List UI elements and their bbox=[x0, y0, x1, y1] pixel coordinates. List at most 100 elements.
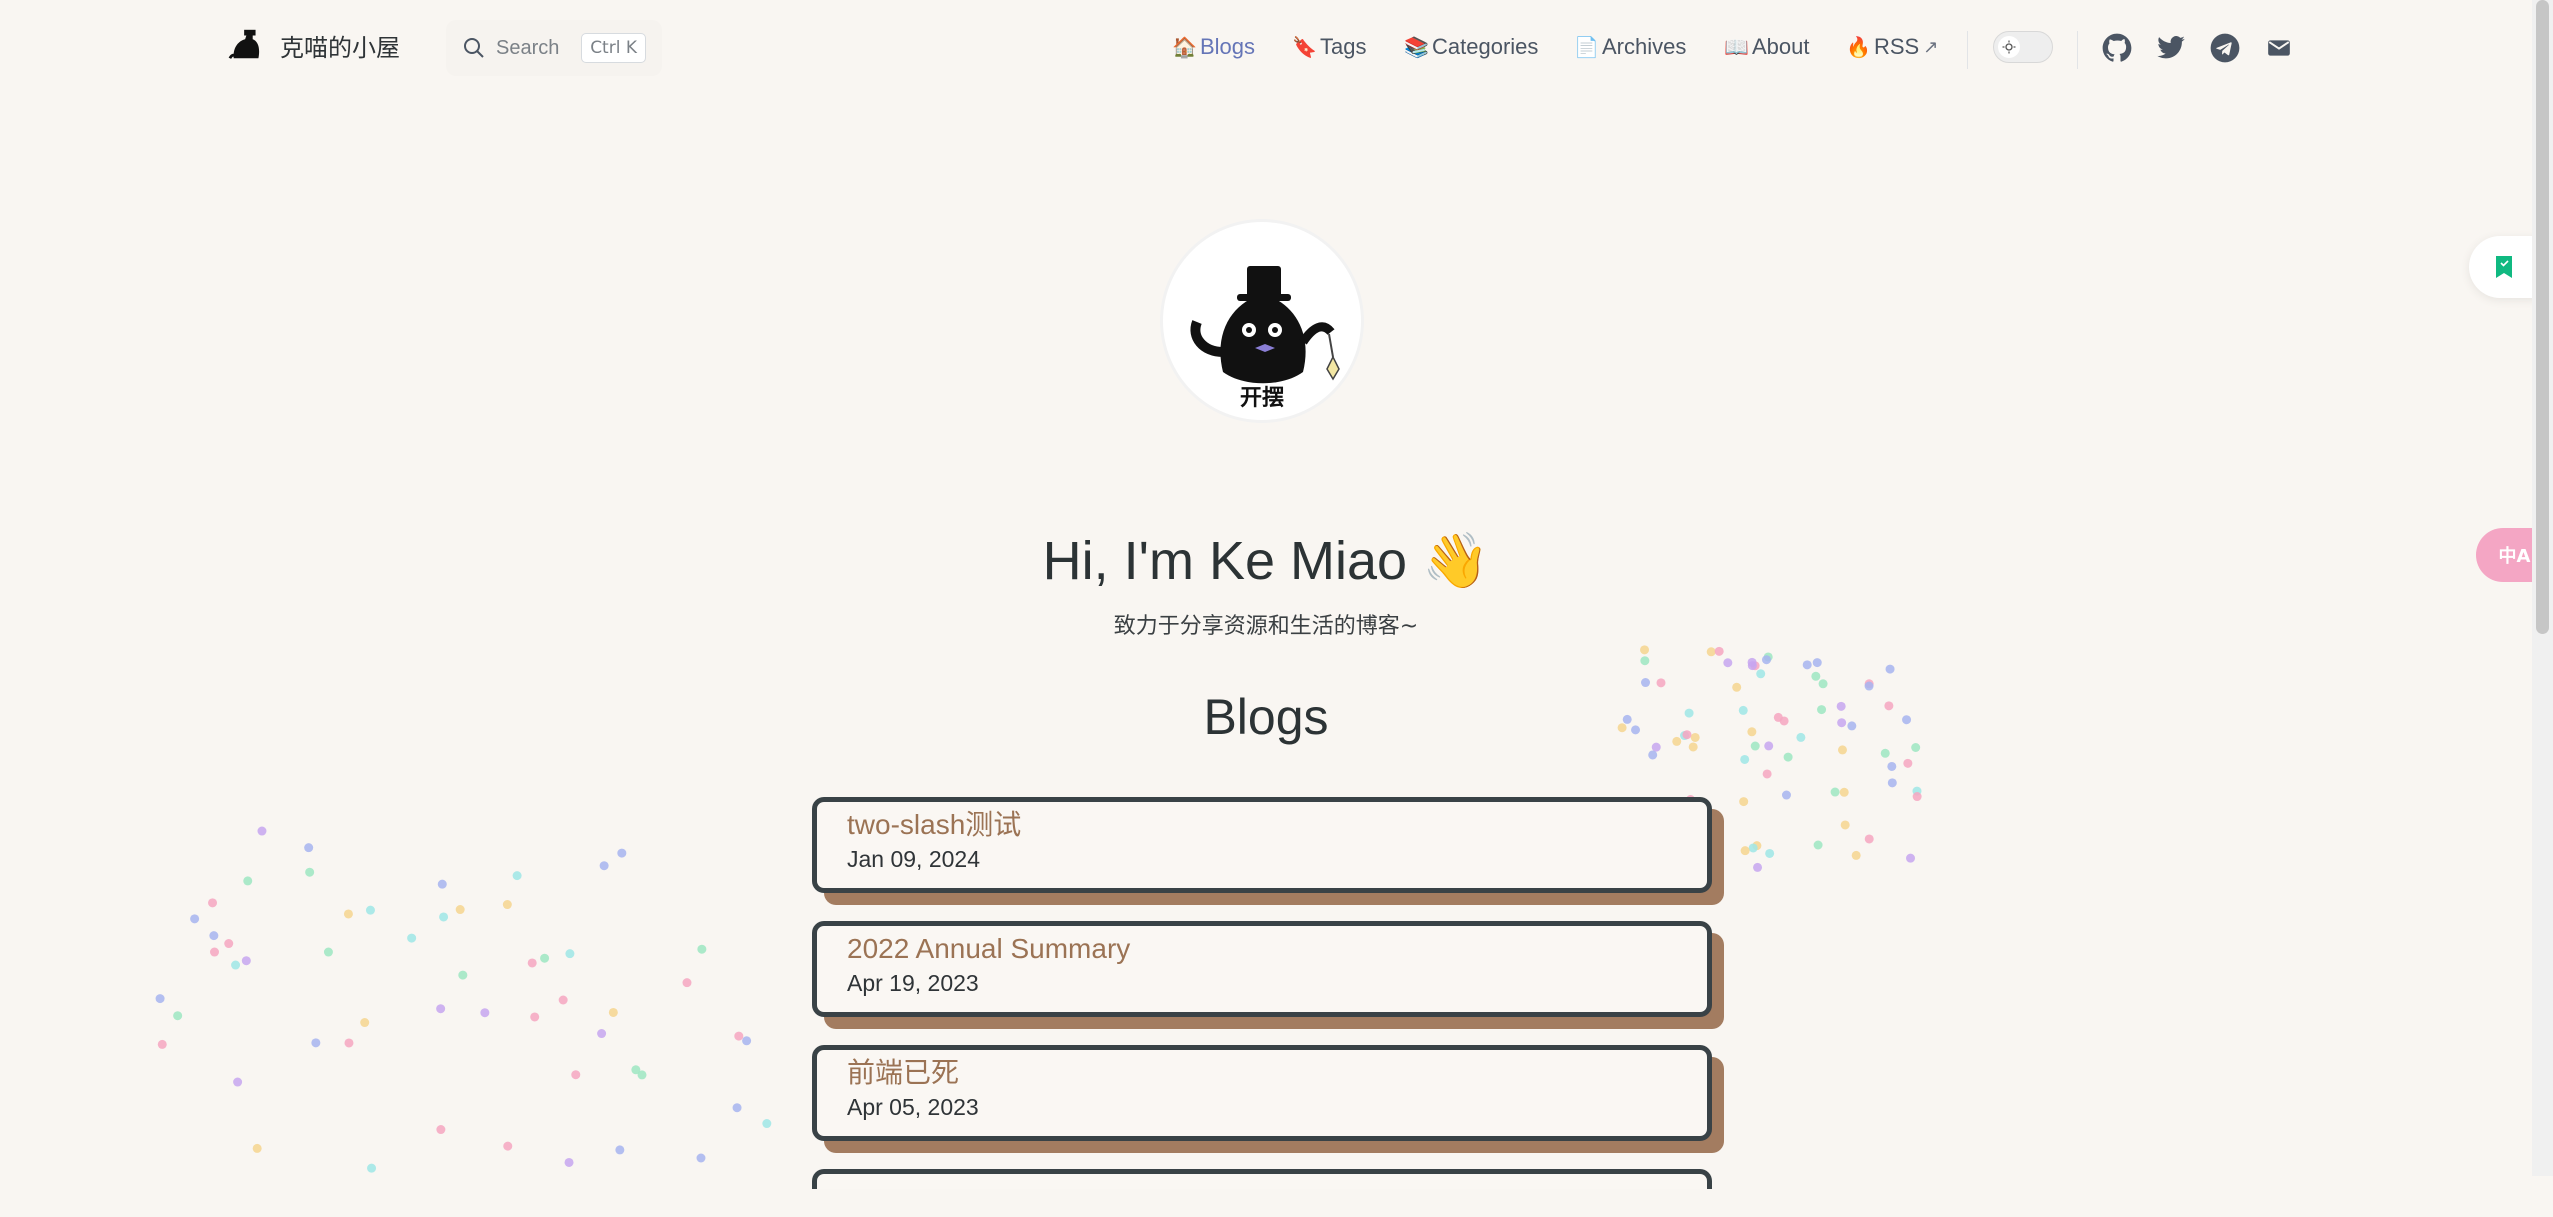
nav-about[interactable]: 📖 About bbox=[1724, 34, 1810, 60]
telegram-icon[interactable] bbox=[2209, 32, 2241, 64]
confetti-dot bbox=[512, 871, 522, 881]
nav-archives-label: Archives bbox=[1602, 34, 1687, 59]
confetti-dot bbox=[439, 912, 449, 922]
confetti-dot bbox=[762, 1119, 772, 1129]
confetti-dot bbox=[1641, 678, 1651, 688]
card-face: 2022 Annual Summary Apr 19, 2023 bbox=[812, 921, 1712, 1017]
cat-avatar-illustration: 开摆 bbox=[1190, 266, 1340, 411]
confetti-dot bbox=[1739, 797, 1749, 807]
confetti-dot bbox=[732, 1103, 742, 1113]
confetti-dot bbox=[597, 1029, 607, 1039]
confetti-dot bbox=[1714, 646, 1724, 656]
confetti-dot bbox=[571, 1070, 581, 1080]
confetti-dot bbox=[455, 905, 465, 915]
confetti-dot bbox=[458, 970, 468, 980]
nav-archives[interactable]: 📄 Archives bbox=[1574, 34, 1686, 60]
confetti-dot bbox=[697, 944, 707, 954]
confetti-dot bbox=[1740, 754, 1750, 764]
nav-blogs[interactable]: 🏠 Blogs bbox=[1172, 34, 1255, 60]
nav-rss[interactable]: 🔥 RSS ↗ bbox=[1846, 34, 1938, 60]
confetti-dot bbox=[243, 876, 253, 886]
twitter-icon[interactable] bbox=[2155, 32, 2187, 64]
scrollbar-thumb[interactable] bbox=[2536, 0, 2549, 634]
confetti-dot bbox=[599, 861, 609, 871]
nav-divider-2 bbox=[2077, 31, 2078, 69]
confetti-dot bbox=[1747, 661, 1757, 671]
confetti-dot bbox=[540, 953, 550, 963]
top-navbar: 克喵的小屋 Search Ctrl K 🏠 Blogs 🔖 Tags 📚 Cat… bbox=[0, 0, 2553, 98]
sun-icon bbox=[1998, 36, 2020, 58]
confetti-dot bbox=[1887, 778, 1897, 788]
search-icon bbox=[464, 38, 484, 58]
brand-title: 克喵的小屋 bbox=[280, 33, 400, 62]
confetti-dot bbox=[1706, 647, 1716, 657]
nav-categories-label: Categories bbox=[1432, 34, 1539, 59]
books-icon: 📚 bbox=[1404, 36, 1429, 59]
confetti-dot bbox=[637, 1070, 647, 1080]
book-icon: 📖 bbox=[1724, 36, 1749, 59]
blog-card[interactable]: two-slash测试 Jan 09, 2024 bbox=[812, 797, 1724, 905]
confetti-dot bbox=[1912, 792, 1922, 802]
confetti-dot bbox=[617, 848, 627, 858]
document-icon: 📄 bbox=[1574, 36, 1599, 59]
hero-subtitle: 致力于分享资源和生活的博客~ bbox=[1113, 614, 1419, 639]
blog-title[interactable]: 前端已死 bbox=[847, 1054, 1677, 1092]
nav-tags-label: Tags bbox=[1320, 34, 1367, 59]
confetti-dot bbox=[1761, 655, 1771, 665]
cat-logo-icon bbox=[228, 29, 260, 59]
card-face bbox=[812, 1169, 1712, 1189]
blog-list: two-slash测试 Jan 09, 2024 2022 Annual Sum… bbox=[812, 797, 1724, 1217]
confetti-dot bbox=[343, 909, 353, 919]
search-placeholder: Search bbox=[496, 36, 560, 59]
card-face: 前端已死 Apr 05, 2023 bbox=[812, 1045, 1712, 1141]
confetti-dot bbox=[1840, 820, 1850, 830]
confetti-dot bbox=[503, 1141, 513, 1151]
nav-tags[interactable]: 🔖 Tags bbox=[1292, 34, 1366, 60]
confetti-dot bbox=[305, 867, 315, 877]
confetti-dot bbox=[437, 879, 447, 889]
confetti-dot bbox=[530, 1012, 540, 1022]
confetti-dot bbox=[365, 905, 375, 915]
confetti-dot bbox=[1640, 645, 1650, 655]
confetti-dot bbox=[1830, 787, 1840, 797]
confetti-dot bbox=[1640, 656, 1650, 666]
nav-about-label: About bbox=[1752, 34, 1810, 59]
confetti-dot bbox=[233, 1077, 243, 1087]
blog-card[interactable]: 前端已死 Apr 05, 2023 bbox=[812, 1045, 1724, 1153]
confetti-dot bbox=[565, 949, 575, 959]
mail-icon[interactable] bbox=[2263, 32, 2295, 64]
search-button[interactable]: Search Ctrl K bbox=[446, 20, 662, 76]
blog-card[interactable]: 2022 Annual Summary Apr 19, 2023 bbox=[812, 921, 1724, 1029]
confetti-dot bbox=[1802, 660, 1812, 670]
confetti-dot bbox=[734, 1031, 744, 1041]
confetti-dot bbox=[252, 1143, 262, 1153]
github-icon[interactable] bbox=[2101, 32, 2133, 64]
confetti-dot bbox=[1756, 669, 1766, 679]
confetti-dot bbox=[1753, 862, 1763, 872]
confetti-dot bbox=[1783, 752, 1793, 762]
confetti-dot bbox=[210, 947, 220, 957]
confetti-dot bbox=[241, 956, 251, 966]
confetti-dot bbox=[1818, 679, 1828, 689]
bookmark-button[interactable] bbox=[2469, 236, 2539, 298]
blog-title[interactable]: 2022 Annual Summary bbox=[847, 930, 1677, 968]
confetti-dot bbox=[1747, 657, 1757, 667]
hero-title: Hi, I'm Ke Miao 👋 bbox=[1042, 531, 1490, 591]
blog-card-partial[interactable] bbox=[812, 1169, 1712, 1189]
confetti-dot bbox=[1906, 853, 1916, 863]
nav-categories[interactable]: 📚 Categories bbox=[1404, 34, 1538, 60]
confetti-dot bbox=[696, 1153, 706, 1163]
blog-title[interactable]: two-slash测试 bbox=[847, 806, 1677, 844]
confetti-dot bbox=[407, 933, 417, 943]
theme-toggle[interactable] bbox=[1993, 31, 2053, 63]
brand[interactable]: 克喵的小屋 bbox=[228, 26, 400, 64]
confetti-dot bbox=[1812, 658, 1822, 668]
confetti-dot bbox=[1748, 843, 1758, 853]
confetti-dot bbox=[615, 1145, 625, 1155]
confetti-dot bbox=[208, 898, 218, 908]
tag-icon: 🔖 bbox=[1292, 36, 1317, 59]
nav-divider bbox=[1967, 31, 1968, 69]
confetti-dot bbox=[1752, 841, 1762, 851]
confetti-dot bbox=[631, 1065, 641, 1075]
avatar: 开摆 bbox=[1163, 222, 1361, 420]
